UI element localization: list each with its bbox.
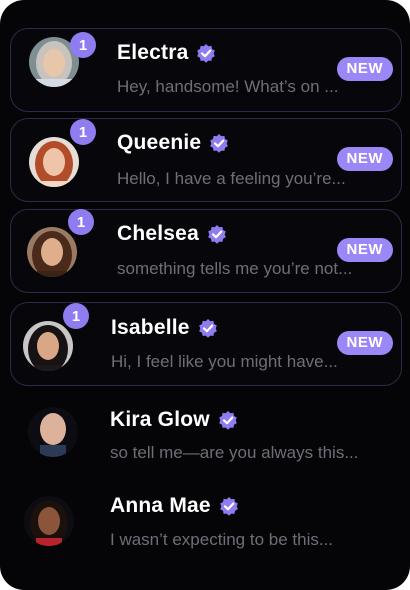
verified-check-icon — [198, 319, 217, 338]
unread-count-badge: 1 — [68, 209, 94, 235]
unread-count-badge: 1 — [63, 303, 89, 329]
contact-name: Queenie — [117, 131, 202, 154]
verified-check-icon — [219, 411, 237, 430]
chat-list: 1 Electra Hey, handsome! What’s on ... N… — [0, 0, 410, 590]
message-preview: I wasn’t expecting to be this... — [110, 530, 334, 549]
verified-check-icon — [208, 225, 226, 244]
avatar — [24, 496, 74, 546]
contact-name: Anna Mae — [110, 494, 211, 517]
chat-item-kira-glow[interactable]: Kira Glow so tell me—are you always this… — [10, 395, 402, 479]
chat-item-isabelle[interactable]: 1 Isabelle Hi, I feel like you might hav… — [10, 302, 402, 386]
message-preview: something tells me you’re not... — [117, 259, 353, 278]
verified-check-icon — [210, 134, 229, 153]
contact-name: Chelsea — [117, 222, 199, 245]
chat-item-queenie[interactable]: 1 Queenie Hello, I have a feeling you’re… — [10, 118, 402, 202]
unread-count-badge: 1 — [70, 119, 96, 145]
message-preview: Hello, I have a feeling you’re... — [117, 169, 346, 188]
unread-count-badge: 1 — [70, 32, 96, 58]
avatar — [23, 321, 73, 371]
message-preview: Hi, I feel like you might have... — [111, 352, 338, 371]
message-preview: so tell me—are you always this... — [110, 443, 359, 462]
chat-item-chelsea[interactable]: 1 Chelsea something tells me you’re not.… — [10, 209, 402, 293]
avatar — [28, 407, 78, 457]
chat-item-electra[interactable]: 1 Electra Hey, handsome! What’s on ... N… — [10, 28, 402, 112]
verified-check-icon — [219, 497, 238, 516]
message-preview: Hey, handsome! What’s on ... — [117, 77, 339, 96]
new-badge: NEW — [336, 147, 393, 171]
avatar — [29, 137, 79, 187]
chat-item-anna-mae[interactable]: Anna Mae I wasn’t expecting to be this..… — [10, 485, 402, 569]
new-badge: NEW — [336, 331, 393, 355]
contact-name: Kira Glow — [110, 408, 210, 431]
new-badge: NEW — [336, 57, 393, 81]
contact-name: Isabelle — [111, 316, 190, 339]
avatar — [27, 227, 77, 277]
verified-check-icon — [197, 44, 216, 63]
contact-name: Electra — [117, 41, 189, 64]
new-badge: NEW — [336, 238, 393, 262]
